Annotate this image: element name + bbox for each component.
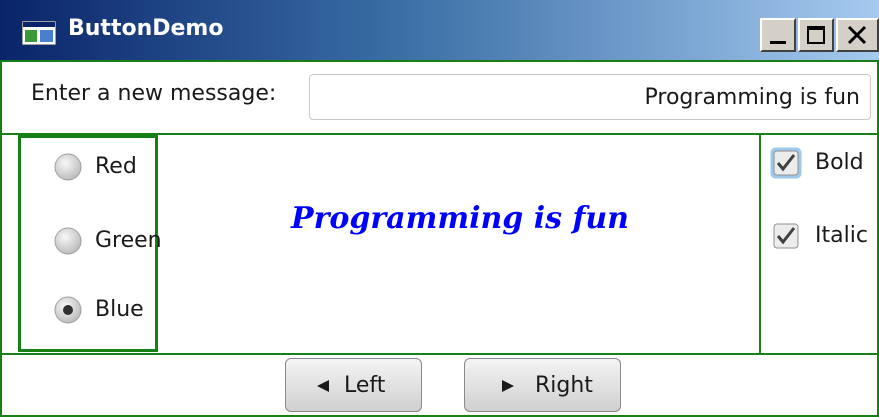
right-divider	[759, 135, 761, 353]
message-display-pane: Programming is fun	[160, 135, 760, 352]
radio-red[interactable]	[53, 152, 83, 182]
minimize-icon	[770, 41, 786, 44]
display-message: Programming is fun	[291, 201, 629, 236]
app-window-icon	[22, 21, 56, 45]
close-button[interactable]	[836, 18, 879, 52]
right-arrow-icon	[502, 380, 514, 392]
radio-blue[interactable]	[53, 295, 83, 325]
right-button[interactable]: Right	[464, 358, 621, 412]
checkbox-bold[interactable]	[769, 146, 803, 180]
window-title: ButtonDemo	[68, 16, 224, 41]
checkbox-italic[interactable]	[769, 219, 803, 253]
title-bar[interactable]: ButtonDemo	[0, 0, 879, 60]
radio-green[interactable]	[53, 226, 83, 256]
radio-blue-label: Blue	[95, 297, 144, 322]
message-label: Enter a new message:	[31, 81, 277, 106]
maximize-button[interactable]	[798, 18, 834, 52]
checkbox-italic-label: Italic	[815, 223, 868, 248]
left-button[interactable]: Left	[285, 358, 422, 412]
checkbox-bold-label: Bold	[815, 150, 864, 175]
message-input[interactable]	[309, 74, 871, 120]
bottom-divider	[0, 353, 879, 355]
color-radio-group: Red Green Blue	[18, 135, 162, 352]
radio-red-label: Red	[95, 154, 137, 179]
application-window: ButtonDemo Enter a new message: Programm…	[0, 0, 879, 417]
left-arrow-icon	[317, 380, 329, 392]
left-button-label: Left	[344, 373, 386, 398]
maximize-icon	[807, 26, 825, 44]
close-icon	[847, 25, 867, 45]
radio-green-label: Green	[95, 228, 162, 253]
right-button-label: Right	[535, 373, 593, 398]
minimize-button[interactable]	[760, 18, 796, 52]
